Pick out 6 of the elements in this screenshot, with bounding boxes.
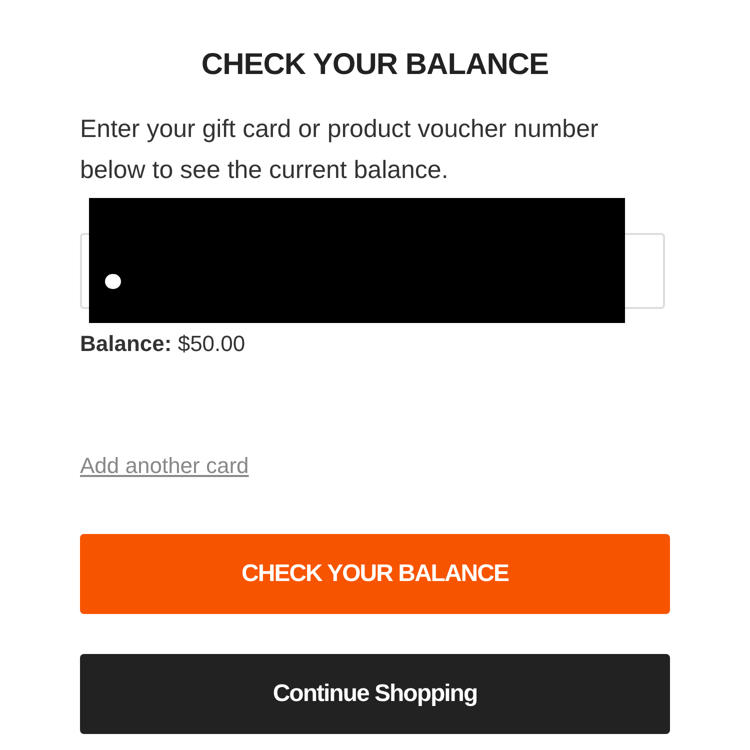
balance-text: Balance: $50.00: [80, 330, 246, 358]
add-card-link[interactable]: Add another card: [80, 451, 249, 481]
continue-shopping-button[interactable]: Continue Shopping: [80, 654, 670, 734]
check-balance-button[interactable]: CHECK YOUR BALANCE: [80, 534, 670, 614]
page-title: CHECK YOUR BALANCE: [201, 47, 549, 83]
instructions-text: Enter your gift card or product voucher number below to see the current balance.: [80, 114, 600, 186]
